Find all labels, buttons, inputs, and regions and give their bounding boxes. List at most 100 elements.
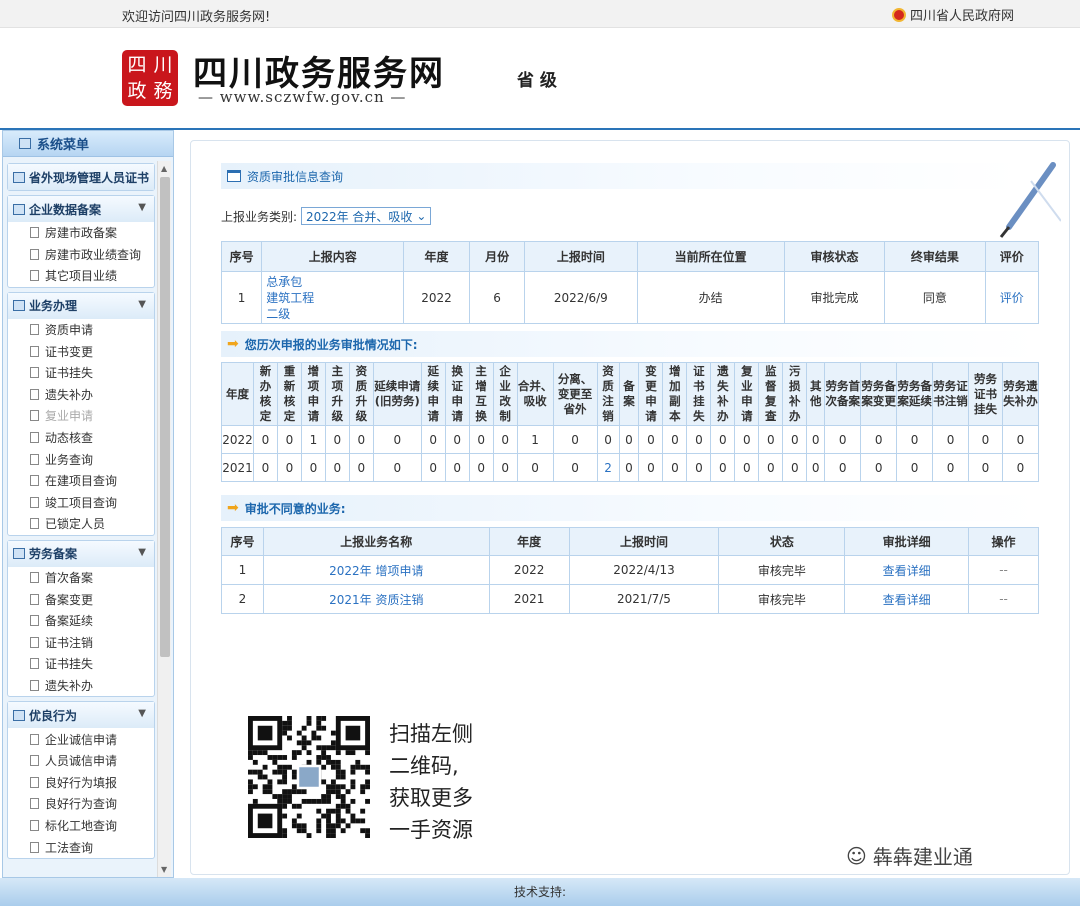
seal-logo: 四 川 政 務 — [122, 50, 178, 106]
column-header: 遗失补办 — [710, 362, 736, 426]
menu-item[interactable]: 房建市政备案 — [8, 222, 154, 244]
table-row: 2022 0 0 1 0 0 0 0 0 0 0 1 0 0 0 0 0 0 0 0 0 0 0 0 0 0 0 0 0 — [221, 425, 1040, 454]
table-cell: 1 — [300, 425, 326, 454]
table-cell: 0 — [734, 425, 760, 454]
table-cell: 0 — [468, 453, 494, 482]
menu-item[interactable]: 已锁定人员 — [8, 513, 154, 535]
qr-code — [248, 716, 370, 838]
cell-name[interactable]: 2022年 增项申请 — [262, 555, 490, 585]
menu-item[interactable]: 在建项目查询 — [8, 470, 154, 492]
menu-item[interactable]: 资质申请 — [8, 319, 154, 341]
menu-item[interactable]: 备案变更 — [8, 588, 154, 610]
wechat-badge: ☺ 犇犇建业通 — [846, 841, 973, 870]
table-cell: 0 — [420, 425, 446, 454]
menu-group-header[interactable]: 企业数据备案 ▼ — [8, 196, 154, 222]
collapse-icon[interactable]: ▼ — [138, 202, 146, 213]
gov-link[interactable]: 四川省人民政府网 — [892, 5, 1014, 24]
cell-name[interactable]: 2021年 资质注销 — [262, 584, 490, 614]
section-title-text: 审批不同意的业务: — [244, 501, 346, 516]
table-cell: 0 — [1001, 425, 1040, 454]
promo-line: 一手资源 — [389, 818, 473, 842]
menu-item[interactable]: 复业申请 — [8, 405, 154, 427]
table-cell: 0 — [324, 453, 350, 482]
column-header: 分离、变更至省外 — [552, 362, 598, 426]
menu-item[interactable]: 动态核查 — [8, 427, 154, 449]
menu-item[interactable]: 良好行为填报 — [8, 771, 154, 793]
table-cell: 0 — [252, 453, 278, 482]
collapse-icon[interactable]: ▼ — [138, 547, 146, 558]
table-cell: 0 — [782, 425, 808, 454]
menu-item[interactable]: 遗失补办 — [8, 675, 154, 697]
evaluate-link[interactable]: 评价 — [984, 271, 1040, 324]
column-header: 当前所在位置 — [636, 241, 785, 272]
table-cell: 0 — [967, 453, 1003, 482]
menu-item-label: 复业申请 — [45, 409, 94, 424]
collapse-icon[interactable]: ▼ — [138, 299, 146, 310]
table-cell: 2021 — [221, 453, 254, 482]
column-header: 操作 — [968, 527, 1039, 556]
promo-line: 扫描左侧 — [389, 722, 473, 746]
menu-group-title: 企业数据备案 — [29, 202, 102, 217]
menu-item[interactable]: 业务查询 — [8, 448, 154, 470]
menu-item[interactable]: 证书变更 — [8, 340, 154, 362]
cell-no: 1 — [221, 555, 264, 585]
document-icon — [30, 518, 39, 530]
table-cell: 0 — [618, 453, 640, 482]
table-cell: 0 — [516, 453, 554, 482]
collapse-icon[interactable]: ▼ — [138, 708, 146, 719]
menu-item-label: 资质申请 — [45, 323, 94, 338]
promo-text: 扫描左侧 二维码, 获取更多 一手资源 — [389, 718, 473, 846]
menu-item[interactable]: 备案延续 — [8, 610, 154, 632]
cell-detail[interactable]: 查看详细 — [844, 555, 970, 585]
menu-item-label: 已锁定人员 — [45, 517, 106, 532]
scroll-down-icon[interactable]: ▼ — [161, 865, 167, 874]
menu-item[interactable]: 企业诚信申请 — [8, 728, 154, 750]
section-title-history: ➡ 您历次申报的业务审批情况如下: — [221, 331, 1039, 357]
menu-group-header[interactable]: 业务办理 ▼ — [8, 292, 154, 319]
menu-item[interactable]: 证书挂失 — [8, 653, 154, 675]
menu-item[interactable]: 遗失补办 — [8, 384, 154, 406]
sidebar-scrollbar[interactable]: ▲ ▼ — [157, 161, 171, 877]
menu-item-label: 工法查询 — [45, 840, 94, 855]
menu-group-header[interactable]: 省外现场管理人员证书 — [8, 164, 154, 190]
scroll-up-icon[interactable]: ▲ — [161, 164, 167, 173]
menu-item[interactable]: 首次备案 — [8, 567, 154, 589]
column-header: 上报时间 — [524, 241, 638, 272]
menu-item[interactable]: 证书注销 — [8, 632, 154, 654]
window-icon — [227, 170, 241, 182]
menu-item[interactable]: 竣工项目查询 — [8, 492, 154, 514]
table-cell[interactable]: 2 — [596, 453, 620, 482]
cell-time: 2021/7/5 — [568, 584, 720, 614]
filter-row: 上报业务类别: 2022年 合并、吸收 ⌄ — [221, 207, 432, 225]
business-type-select[interactable]: 2022年 合并、吸收 ⌄ — [301, 207, 432, 225]
cell-detail[interactable]: 查看详细 — [844, 584, 970, 614]
document-icon — [30, 410, 39, 422]
scroll-thumb[interactable] — [160, 177, 170, 657]
menu-item[interactable]: 其它项目业绩 — [8, 265, 154, 287]
table-cell: 0 — [638, 425, 664, 454]
column-header: 变更申请 — [638, 362, 664, 426]
menu-item[interactable]: 房建市政业绩查询 — [8, 244, 154, 266]
document-icon — [30, 227, 39, 239]
site-header: 四 川 政 務 四川政务服务网 — www.sczwfw.gov.cn — 省 … — [0, 28, 1080, 128]
menu-item[interactable]: 证书挂失 — [8, 362, 154, 384]
menu-item-label: 企业诚信申请 — [45, 732, 118, 747]
document-icon — [30, 819, 39, 831]
table-cell: 0 — [782, 453, 808, 482]
column-header: 年度 — [403, 241, 470, 272]
menu-item[interactable]: 良好行为查询 — [8, 793, 154, 815]
grid-icon — [13, 171, 25, 183]
menu-item-label: 房建市政备案 — [45, 226, 118, 241]
main-panel: 资质审批信息查询 上报业务类别: 2022年 合并、吸收 ⌄ 序号 上报内容 年度月… — [190, 140, 1070, 875]
table-cell: 0 — [300, 453, 326, 482]
menu-item[interactable]: 工法查询 — [8, 836, 154, 858]
menu-group-header[interactable]: 劳务备案 ▼ — [8, 540, 154, 567]
menu-item[interactable]: 标化工地查询 — [8, 815, 154, 837]
menu-item[interactable]: 人员诚信申请 — [8, 750, 154, 772]
menu-group-header[interactable]: 优良行为 ▼ — [8, 702, 154, 729]
seal-char: 政 — [127, 80, 147, 102]
column-header: 资质升级 — [348, 362, 374, 426]
section-title-query: 资质审批信息查询 — [221, 163, 1021, 189]
menu-item-label: 业务查询 — [45, 452, 94, 467]
table-cell: 0 — [806, 425, 826, 454]
